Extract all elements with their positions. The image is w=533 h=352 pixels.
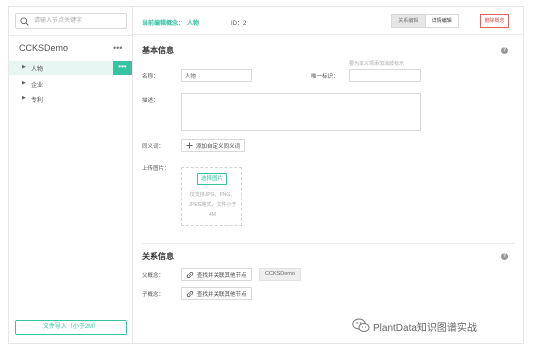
concept-id: ID：2 xyxy=(231,21,247,27)
caret-right-icon[interactable]: ▶ xyxy=(22,95,26,101)
tree-item-more-icon[interactable]: ••• xyxy=(113,61,132,75)
unique-id-input[interactable] xyxy=(349,69,421,82)
watermark: PlantData知识图谱实战 xyxy=(352,318,477,335)
tab-relation-edit[interactable]: 关系编辑 xyxy=(392,15,425,27)
add-synonym-button[interactable]: 添加自定义同义词 xyxy=(181,139,246,152)
concept-sidebar: CCKSDemo ••• ▶ 人物 ••• ▶ 企业 ▶ 专利 文件导入（小于2… xyxy=(9,7,133,343)
tree-item-person[interactable]: ▶ 人物 ••• xyxy=(9,61,132,75)
sidebar-divider xyxy=(9,35,132,36)
upload-hint-line: 4M xyxy=(209,212,216,218)
tree-item-company[interactable]: ▶ 企业 xyxy=(9,77,132,91)
plus-icon xyxy=(186,142,193,149)
tree-item-label: 专利 xyxy=(31,98,44,104)
current-concept-name: 人物 xyxy=(187,21,200,27)
synonym-label: 同义词： xyxy=(142,144,165,150)
tab-detail-edit[interactable]: 详情编辑 xyxy=(424,15,458,27)
current-concept-label: 当前编辑概念： xyxy=(142,21,185,27)
image-upload-box[interactable]: 选择图片 仅支持JPG、PNG、 JPEG格式，文件小于 4M xyxy=(181,167,242,226)
edit-mode-tabs: 关系编辑 详情编辑 xyxy=(391,14,459,28)
watermark-text: PlantData知识图谱实战 xyxy=(373,323,477,334)
search-icon xyxy=(20,17,29,26)
parent-concept-label: 父概念： xyxy=(142,273,165,279)
upload-hint: 仅支持JPG、PNG、 JPEG格式，文件小于 4M xyxy=(184,190,241,220)
description-label: 描述： xyxy=(142,98,159,104)
name-label: 名称： xyxy=(142,74,159,80)
tree-item-patent[interactable]: ▶ 专利 xyxy=(9,92,132,106)
unique-id-hint: 要为本义项添加消歧标示 xyxy=(349,61,405,67)
help-icon[interactable]: ? xyxy=(501,47,508,54)
tree-item-label: 人物 xyxy=(31,67,44,73)
app-window: CCKSDemo ••• ▶ 人物 ••• ▶ 企业 ▶ 专利 文件导入（小于2… xyxy=(8,6,524,344)
select-image-button[interactable]: 选择图片 xyxy=(197,173,227,185)
file-import-button[interactable]: 文件导入（小于2M） xyxy=(15,320,127,335)
child-concept-label: 子概念： xyxy=(142,292,165,298)
parent-concept-tag[interactable]: CCKSDemo xyxy=(259,268,301,281)
caret-right-icon[interactable]: ▶ xyxy=(22,64,26,70)
relation-info-title: 关系信息 xyxy=(142,252,174,261)
upload-label: 上传图片： xyxy=(142,166,170,172)
wechat-icon xyxy=(352,318,370,335)
name-input[interactable] xyxy=(181,69,252,82)
help-icon[interactable]: ? xyxy=(501,253,508,260)
section-divider xyxy=(142,243,515,244)
project-more-icon[interactable]: ••• xyxy=(113,43,122,53)
find-child-label: 查找并关联其他节点 xyxy=(197,291,247,298)
search-input[interactable] xyxy=(34,15,124,27)
search-box[interactable] xyxy=(15,13,127,29)
project-title: CCKSDemo xyxy=(19,43,69,53)
delete-concept-button[interactable]: 删除概念 xyxy=(480,14,509,28)
unique-id-label: 唯一标识： xyxy=(311,74,339,80)
caret-right-icon[interactable]: ▶ xyxy=(22,80,26,86)
upload-hint-line: JPEG格式，文件小于 xyxy=(188,202,237,208)
find-child-button[interactable]: 查找并关联其他节点 xyxy=(181,287,252,300)
link-icon xyxy=(186,290,194,298)
basic-info-title: 基本信息 xyxy=(142,46,174,55)
description-textarea[interactable] xyxy=(181,93,421,131)
upload-hint-line: 仅支持JPG、PNG、 xyxy=(189,192,236,198)
link-icon xyxy=(186,271,194,279)
find-parent-label: 查找并关联其他节点 xyxy=(197,272,247,279)
editor-header: 当前编辑概念： 人物 ID：2 关系编辑 详情编辑 删除概念 xyxy=(133,7,523,35)
find-parent-button[interactable]: 查找并关联其他节点 xyxy=(181,268,252,281)
add-synonym-label: 添加自定义同义词 xyxy=(196,143,241,150)
tree-item-label: 企业 xyxy=(31,83,44,89)
